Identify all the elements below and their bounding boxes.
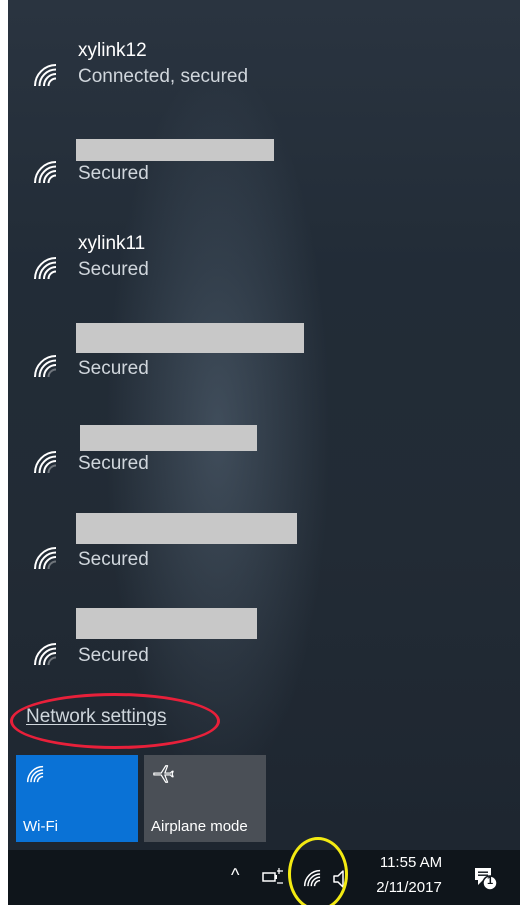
wifi-tile-label: Wi-Fi xyxy=(23,818,58,835)
network-status: Secured xyxy=(78,549,149,570)
network-status: Secured xyxy=(78,645,149,666)
network-item[interactable]: Secured xyxy=(8,137,520,217)
notification-count-badge: 1 xyxy=(486,875,494,887)
wifi-signal-icon xyxy=(34,355,57,378)
wifi-icon xyxy=(26,765,44,783)
wifi-toggle-tile[interactable]: Wi-Fi xyxy=(16,755,138,842)
taskbar: ^ 11:55 AM 2/11/2017 1 xyxy=(8,850,520,905)
redacted-ssid xyxy=(76,323,304,353)
wifi-signal-icon xyxy=(34,547,57,570)
notification-icon xyxy=(475,868,498,891)
show-hidden-icons-chevron-icon[interactable]: ^ xyxy=(231,865,239,886)
clock-time[interactable]: 11:55 AM xyxy=(371,854,451,871)
redacted-ssid xyxy=(76,139,274,161)
network-status: Secured xyxy=(78,453,149,474)
redacted-ssid xyxy=(80,425,257,451)
redacted-ssid xyxy=(76,513,297,544)
airplane-tile-label: Airplane mode xyxy=(151,818,248,835)
network-item[interactable]: Secured xyxy=(8,425,520,507)
power-plug-icon[interactable] xyxy=(261,867,285,885)
network-status: Secured xyxy=(78,163,149,184)
network-item[interactable]: Secured xyxy=(8,323,520,411)
wifi-signal-icon xyxy=(34,451,57,474)
wifi-signal-icon xyxy=(34,64,57,87)
red-annotation-ellipse xyxy=(10,693,220,749)
airplane-mode-tile[interactable]: Airplane mode xyxy=(144,755,266,842)
airplane-icon xyxy=(153,765,174,783)
network-item[interactable]: xylink11 Secured xyxy=(8,233,520,313)
wifi-signal-icon xyxy=(34,161,57,184)
action-center-notification-icon[interactable]: 1 xyxy=(472,865,498,891)
network-ssid: xylink11 xyxy=(78,233,146,254)
wifi-signal-icon xyxy=(34,643,57,666)
network-status: Connected, secured xyxy=(78,66,249,87)
network-item[interactable]: Secured xyxy=(8,513,520,603)
wifi-signal-icon xyxy=(34,257,57,280)
clock-date[interactable]: 2/11/2017 xyxy=(369,879,449,896)
network-status: Secured xyxy=(78,259,149,280)
network-item[interactable]: Secured xyxy=(8,608,520,699)
yellow-annotation-ellipse xyxy=(288,837,348,905)
network-ssid: xylink12 xyxy=(78,40,147,61)
network-status: Secured xyxy=(78,358,149,379)
network-flyout: xylink12 Connected, secured Secured xyli… xyxy=(8,0,520,905)
redacted-ssid xyxy=(76,608,257,639)
network-item[interactable]: xylink12 Connected, secured xyxy=(8,40,520,120)
